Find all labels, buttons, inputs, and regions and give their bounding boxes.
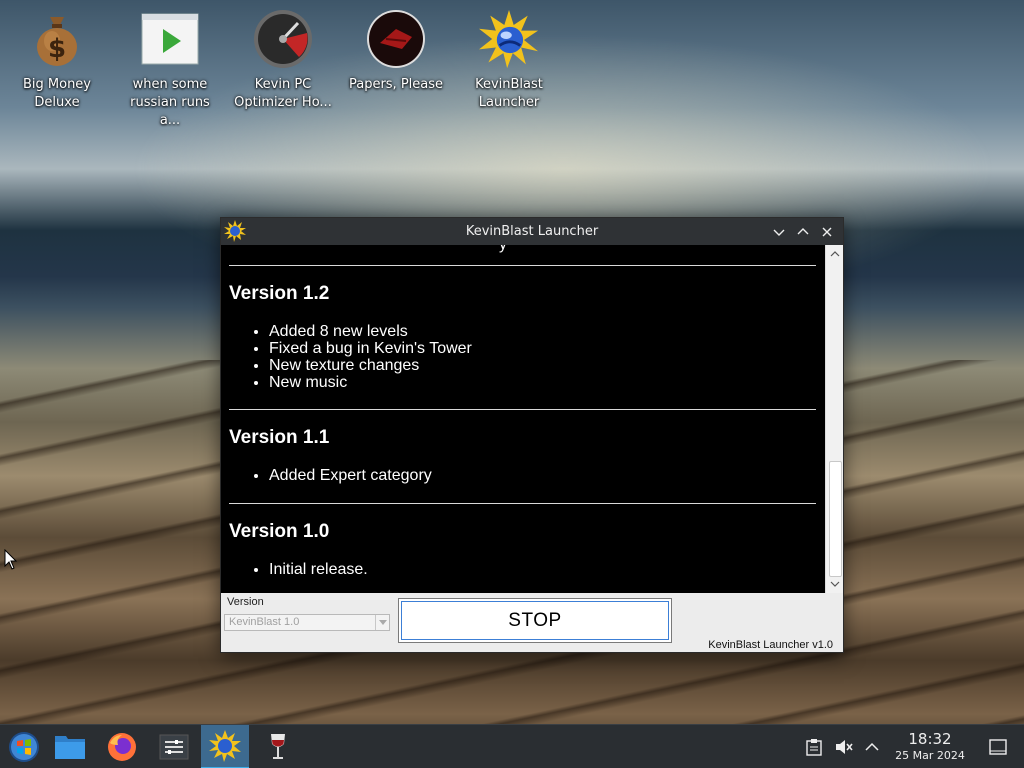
desktop-icon-label: Big Money Deluxe bbox=[22, 77, 91, 110]
speedometer-icon bbox=[253, 8, 313, 70]
video-play-icon bbox=[140, 8, 200, 70]
desktop-icon-label: when some russian runs a... bbox=[130, 77, 210, 128]
taskbar: 18:32 25 Mar 2024 bbox=[0, 724, 1024, 768]
kevinblast-burst-icon bbox=[224, 220, 246, 242]
desktop-icon-papers-please[interactable]: Papers, Please bbox=[341, 8, 451, 94]
patch-notes-panel[interactable]: y Version 1.2 Added 8 new levels Fixed a… bbox=[221, 245, 825, 593]
list-item: Fixed a bug in Kevin's Tower bbox=[269, 340, 817, 357]
papers-please-seal-icon bbox=[366, 8, 426, 70]
desktop-icon-label: KevinBlast Launcher bbox=[475, 77, 543, 110]
cut-off-text: y bbox=[499, 245, 507, 254]
launcher-version-text: KevinBlast Launcher v1.0 bbox=[708, 639, 833, 651]
chevron-down-icon bbox=[773, 229, 785, 236]
release-version-1-0: Version 1.0 Initial release. bbox=[229, 521, 817, 578]
taskbar-firefox[interactable] bbox=[98, 725, 146, 768]
tray-clipboard[interactable] bbox=[803, 725, 825, 768]
list-item: Added Expert category bbox=[269, 467, 817, 484]
chevron-up-icon bbox=[830, 251, 840, 257]
divider bbox=[229, 503, 816, 504]
notes-scrollbar[interactable] bbox=[825, 245, 843, 593]
divider bbox=[229, 265, 816, 266]
release-version-1-2: Version 1.2 Added 8 new levels Fixed a b… bbox=[229, 283, 817, 391]
clock-time: 18:32 bbox=[908, 730, 952, 748]
taskbar-settings[interactable] bbox=[150, 725, 198, 768]
version-label: Version bbox=[227, 596, 264, 608]
launcher-controls: Version KevinBlast 1.0 STOP KevinBlast L… bbox=[221, 593, 843, 652]
list-item: Initial release. bbox=[269, 561, 817, 578]
desktop-icon-label: Papers, Please bbox=[348, 77, 444, 92]
release-heading: Version 1.2 bbox=[229, 283, 330, 304]
kevinblast-launcher-icon bbox=[209, 730, 241, 762]
wine-glass-icon bbox=[271, 734, 285, 759]
desktop-icon-video[interactable]: when some russian runs a... bbox=[115, 8, 225, 130]
volume-muted-icon bbox=[836, 740, 853, 754]
maximize-button[interactable] bbox=[791, 220, 815, 244]
clipboard-icon bbox=[806, 739, 822, 756]
settings-icon bbox=[159, 734, 189, 760]
desktop-icon-kevin-pc-optimizer[interactable]: Kevin PC Optimizer Ho... bbox=[228, 8, 338, 112]
close-button[interactable] bbox=[815, 220, 839, 244]
release-heading: Version 1.0 bbox=[229, 521, 330, 542]
window-titlebar[interactable]: KevinBlast Launcher bbox=[221, 218, 843, 245]
tray-expand[interactable] bbox=[862, 725, 882, 768]
release-heading: Version 1.1 bbox=[229, 427, 330, 448]
divider bbox=[229, 409, 816, 410]
list-item: New texture changes bbox=[269, 357, 817, 374]
taskbar-clock[interactable]: 18:32 25 Mar 2024 bbox=[884, 731, 976, 763]
chevron-up-icon bbox=[797, 227, 809, 234]
release-version-1-1: Version 1.1 Added Expert category bbox=[229, 427, 817, 484]
window-controls bbox=[767, 218, 839, 245]
start-menu-button[interactable] bbox=[0, 725, 48, 768]
release-items: Initial release. bbox=[269, 561, 817, 578]
version-select[interactable]: KevinBlast 1.0 bbox=[224, 614, 390, 631]
tray-volume[interactable] bbox=[832, 725, 856, 768]
minimize-button[interactable] bbox=[767, 220, 791, 244]
desktop-icon-big-money-deluxe[interactable]: $ Big Money Deluxe bbox=[2, 8, 112, 112]
taskbar-file-manager[interactable] bbox=[46, 725, 94, 768]
kevinblast-burst-icon bbox=[479, 8, 539, 70]
desktop-icon-kevinblast-launcher[interactable]: KevinBlast Launcher bbox=[454, 8, 564, 112]
scrollbar-thumb[interactable] bbox=[829, 461, 842, 577]
launcher-window: KevinBlast Launcher y Version 1.2 Added … bbox=[220, 217, 844, 653]
window-title: KevinBlast Launcher bbox=[465, 224, 599, 239]
clock-date: 25 Mar 2024 bbox=[895, 749, 965, 762]
version-select-value: KevinBlast 1.0 bbox=[229, 616, 300, 628]
scroll-up-button[interactable] bbox=[828, 247, 842, 261]
taskbar-wine[interactable] bbox=[254, 725, 302, 768]
scroll-down-button[interactable] bbox=[828, 577, 842, 591]
release-items: Added Expert category bbox=[269, 467, 817, 484]
file-manager-icon bbox=[55, 736, 85, 759]
desktop-icon-label: Kevin PC Optimizer Ho... bbox=[234, 77, 332, 110]
taskbar-kevinblast-launcher[interactable] bbox=[201, 725, 249, 768]
svg-text:$: $ bbox=[48, 34, 66, 64]
mouse-cursor-icon bbox=[4, 548, 18, 575]
release-items: Added 8 new levels Fixed a bug in Kevin'… bbox=[269, 323, 817, 391]
start-menu-icon bbox=[9, 732, 39, 762]
close-icon bbox=[822, 227, 832, 236]
chevron-down-icon bbox=[375, 615, 389, 630]
stop-button[interactable]: STOP bbox=[398, 598, 672, 643]
list-item: Added 8 new levels bbox=[269, 323, 817, 340]
show-desktop-icon bbox=[989, 739, 1007, 755]
firefox-icon bbox=[108, 733, 136, 761]
money-bag-icon: $ bbox=[27, 8, 87, 70]
list-item: New music bbox=[269, 374, 817, 391]
show-desktop-button[interactable] bbox=[986, 725, 1010, 768]
tray-expand-icon bbox=[865, 742, 879, 751]
chevron-down-icon bbox=[830, 581, 840, 587]
